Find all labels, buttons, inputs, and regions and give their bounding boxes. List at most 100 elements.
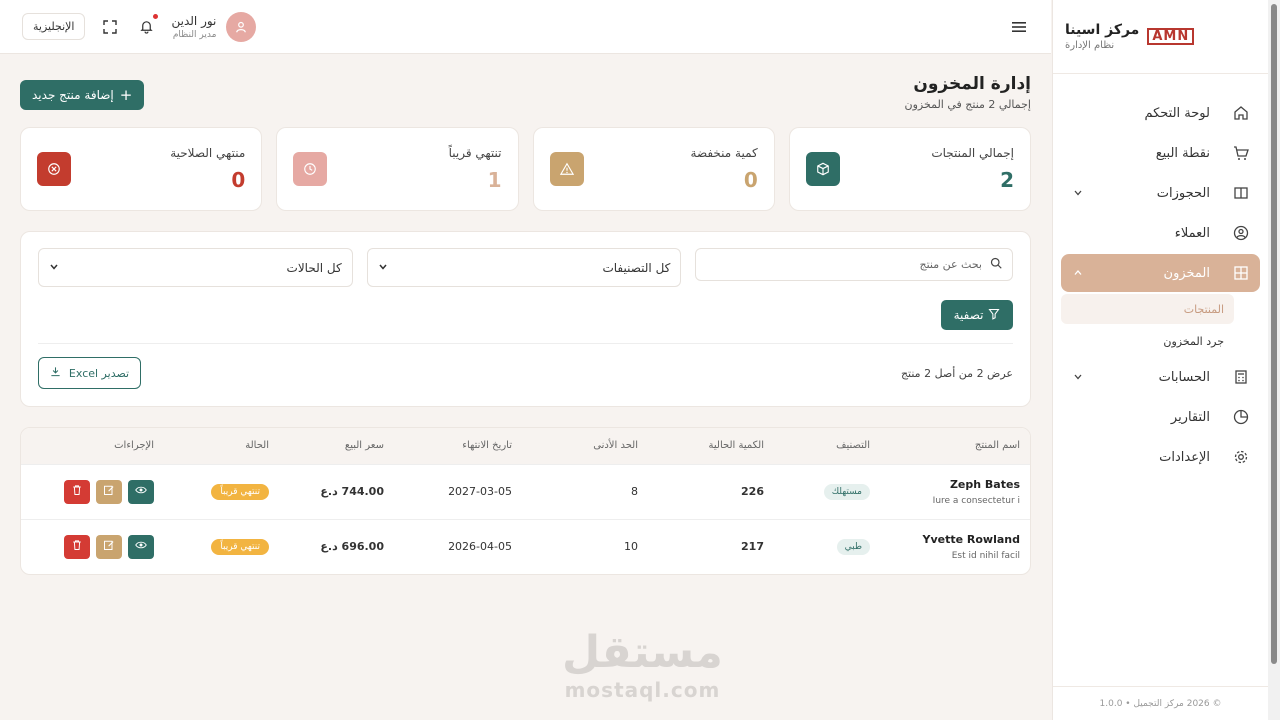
filter-button[interactable]: تصفية [941,300,1013,330]
bell-icon[interactable] [135,12,160,38]
chevron-down-icon [1071,372,1085,382]
brand-title: مركز اسينا [1065,22,1140,38]
topbar-actions: الإنجليزية نور الدين مدير النظام [22,11,257,42]
expiry-date: 2026-04-05 [448,540,512,554]
search-field[interactable] [695,248,1013,281]
sidebar-item-bookings[interactable]: الحجوزات [1061,174,1260,212]
scrollbar-thumb[interactable] [1271,4,1277,664]
fullscreen-icon[interactable] [99,16,121,38]
page-scrollbar[interactable] [1268,0,1280,720]
calculator-icon [1232,368,1250,386]
status-select-value: كل الحالات [286,260,342,275]
user-info: نور الدين مدير النظام [171,14,216,40]
current-qty: 226 [741,485,764,498]
sidebar-subitem-stocktake[interactable]: جرد المخزون [1061,326,1234,356]
watermark-text: مستقل [562,627,723,678]
brand-logo: AMN [1147,28,1195,45]
sidebar-item-inventory[interactable]: المخزون [1061,254,1260,292]
chevron-up-icon [1071,268,1085,278]
user-menu[interactable]: نور الدين مدير النظام [171,11,257,42]
stat-value: 0 [743,168,758,192]
warning-icon [549,152,584,186]
stats-row: إجمالي المنتجات 2 كمية منخفضة 0 تنتهي قر… [20,127,1031,211]
cart-icon [1232,144,1250,162]
sidebar-item-label: الحسابات [1158,369,1210,385]
stat-value: 0 [231,168,246,192]
delete-button[interactable] [64,534,90,559]
category-select[interactable]: كل التصنيفات [366,248,682,287]
brand-subtitle: نظام الإدارة [1065,40,1115,51]
notification-dot [152,12,160,20]
menu-toggle-icon[interactable] [1007,15,1031,39]
delete-button[interactable] [64,479,90,504]
status-select[interactable]: كل الحالات [38,248,353,287]
filters-card: كل التصنيفات كل الحالات تصفية عرض 2 من أ… [20,231,1031,407]
status-badge: تنتهي قريباً [211,483,269,500]
book-icon [1232,184,1250,202]
edit-icon [103,484,115,499]
view-button[interactable] [128,534,154,559]
user-name: نور الدين [171,13,217,28]
min-qty: 10 [624,540,638,554]
x-circle-icon [37,152,71,186]
sidebar-item-reports[interactable]: التقارير [1061,398,1260,436]
brand: مركز اسينا نظام الإدارة AMN [1053,0,1268,74]
product-name: Yvette Rowland [922,532,1021,546]
col-header-name: اسم المنتج [974,440,1020,452]
stat-label: تنتهي قريباً [448,146,502,160]
add-product-button[interactable]: + إضافة منتج جديد [20,80,145,110]
sale-price: 744.00 د.ع [320,485,384,498]
sidebar-item-label: لوحة التحكم [1144,105,1210,121]
col-header-status: الحالة [245,440,269,452]
filter-button-label: تصفية [953,308,984,322]
watermark-url: mostaql.com [564,678,721,702]
sidebar-item-customers[interactable]: العملاء [1061,214,1260,252]
eye-icon [135,484,147,499]
divider [38,343,1013,344]
view-button[interactable] [128,479,154,504]
box-icon [805,152,840,186]
status-badge: تنتهي قريباً [211,538,269,555]
search-input[interactable] [706,258,982,271]
stat-label: إجمالي المنتجات [931,146,1014,160]
sidebar-item-settings[interactable]: الإعدادات [1061,438,1260,476]
sidebar: مركز اسينا نظام الإدارة AMN لوحة التحكم … [1052,0,1268,720]
page-title: إدارة المخزون [913,74,1031,94]
table-row: Zeph Bates Iure a consectetur i مستهلك 2… [21,464,1030,519]
col-header-min: الحد الأدنى [593,440,638,452]
topbar: الإنجليزية نور الدين مدير النظام [0,0,1051,54]
stat-card-total: إجمالي المنتجات 2 [788,127,1031,211]
product-name: Zeph Bates [949,477,1020,491]
sidebar-item-label: الإعدادات [1159,449,1210,465]
sidebar-item-label: العملاء [1174,225,1210,241]
stat-card-expiring-soon: تنتهي قريباً 1 [276,127,519,211]
sidebar-item-label: المخزون [1163,265,1210,281]
language-button[interactable]: الإنجليزية [22,13,86,40]
edit-button[interactable] [96,479,122,504]
product-description: Est id nihil facil [951,550,1020,561]
results-count: عرض 2 من أصل 2 منتج [900,366,1013,380]
export-excel-button[interactable]: تصدير Excel [38,357,141,389]
min-qty: 8 [631,485,638,498]
avatar[interactable] [226,11,257,42]
watermark: مستقل mostaql.com [562,627,723,703]
stat-value: 1 [487,168,502,192]
page-subtitle: إجمالي 2 منتج في المخزون [904,98,1031,111]
stat-label: كمية منخفضة [690,146,758,160]
trash-icon [71,539,83,554]
sidebar-item-dashboard[interactable]: لوحة التحكم [1061,94,1260,132]
sidebar-item-label: التقارير [1170,409,1210,425]
sidebar-item-pos[interactable]: نقطة البيع [1061,134,1260,172]
products-table-card: اسم المنتج التصنيف الكمية الحالية الحد ا… [20,427,1031,575]
sidebar-subitem-products[interactable]: المنتجات [1061,294,1234,324]
category-select-value: كل التصنيفات [602,260,671,275]
col-header-actions: الإجراءات [114,440,154,452]
trash-icon [71,484,83,499]
product-description: Iure a consectetur i [932,495,1020,506]
eye-icon [135,539,147,554]
col-header-expiry: تاريخ الانتهاء [462,440,512,452]
edit-button[interactable] [96,534,122,559]
user-circle-icon [1232,224,1250,242]
sidebar-item-label: نقطة البيع [1155,145,1210,161]
sidebar-item-accounts[interactable]: الحسابات [1061,358,1260,396]
